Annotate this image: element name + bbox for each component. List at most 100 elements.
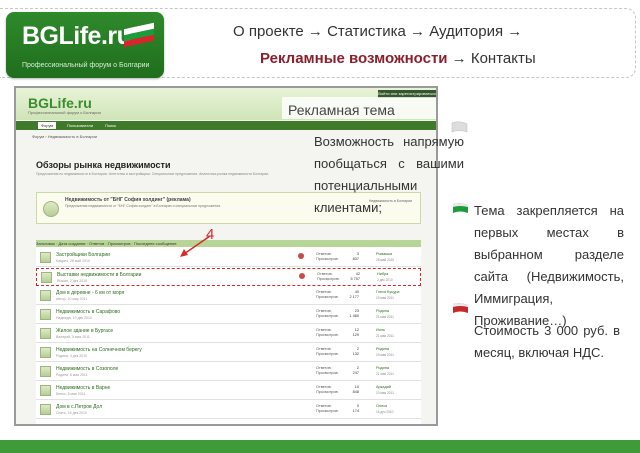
topic-title[interactable]: Недвижимость в Созополе bbox=[56, 366, 118, 372]
last-post-date: 16 дек 2010 bbox=[376, 410, 394, 414]
topic-icon bbox=[40, 309, 51, 320]
table-row[interactable]: Недвижимость на Солнечном берегу Родина, … bbox=[36, 344, 421, 362]
last-post-date: 21 мая 2011 bbox=[376, 334, 394, 338]
views-count: 2 177 bbox=[349, 295, 359, 299]
nav-breadcrumb-line2: Рекламные возможности → Контакты bbox=[260, 50, 536, 67]
bulgarian-flag-icon bbox=[452, 303, 469, 316]
topic-title[interactable]: Застройщики Болгарии bbox=[56, 252, 110, 258]
views-count: 247 bbox=[352, 371, 359, 375]
table-row[interactable]: Жилое здание в Бургасе Валерий, 5 мая 201… bbox=[36, 325, 421, 343]
last-post-author[interactable]: Иоль bbox=[376, 328, 385, 333]
last-post-author[interactable]: Нибра bbox=[377, 272, 388, 277]
topic-title[interactable]: Недвижимость в Варне bbox=[56, 385, 110, 391]
bglife-logo[interactable]: BGLife.ru Профессиональный форум о Болга… bbox=[6, 12, 164, 78]
nav-current-item[interactable]: Рекламные возможности bbox=[260, 50, 448, 67]
last-post-author[interactable]: Аркадий bbox=[376, 385, 391, 390]
replies-label: Ответов: bbox=[316, 309, 332, 313]
last-post-author[interactable]: Родина bbox=[376, 347, 389, 352]
sticky-text: Предложения недвижимости от "БНГ София х… bbox=[65, 204, 222, 208]
stat-labels: Ответов: Просмотров: bbox=[316, 385, 339, 395]
table-row[interactable]: Недвижимость в Созополе Родина, 6 мая 201… bbox=[36, 363, 421, 381]
table-row[interactable]: Недвижимость в Сарафово Надежда, 10 дек 2… bbox=[36, 306, 421, 324]
last-post-author[interactable]: Родина bbox=[376, 366, 389, 371]
callout-number: 4 bbox=[206, 226, 215, 243]
topic-author: Ruslan, 2 дек 2010 bbox=[57, 279, 88, 283]
logo-title: BGLife.ru bbox=[22, 22, 132, 50]
replies-label: Ответов: bbox=[316, 366, 332, 370]
topic-author: Бенко, 8 мая 2011 bbox=[56, 392, 86, 396]
views-count: 129 bbox=[352, 333, 359, 337]
replies-label: Ответов: bbox=[316, 290, 332, 294]
pin-icon bbox=[299, 273, 305, 279]
topic-title[interactable]: Недвижимость на Солнечном берегу bbox=[56, 347, 142, 353]
logo-subtitle: Профессиональный форум о Болгарии bbox=[22, 62, 150, 69]
topic-author: Родина, 6 мая 2011 bbox=[56, 373, 88, 377]
last-post-date: 20 мая 2011 bbox=[376, 391, 394, 395]
topic-author: Автор, 10 мар 2011 bbox=[56, 297, 88, 301]
views-label: Просмотров: bbox=[316, 333, 339, 337]
forum-section-title: Обзоры рынка недвижимости bbox=[36, 160, 171, 170]
replies-count: 40 bbox=[354, 290, 359, 294]
nav-breadcrumb-line1[interactable]: О проекте → Статистика → Аудитория → bbox=[233, 23, 522, 40]
last-post-author[interactable]: Олеся bbox=[376, 404, 387, 409]
topic-author: Kalgar4, 28 май 2010 bbox=[56, 259, 90, 263]
stat-values: 0 174 bbox=[343, 404, 359, 414]
replies-count: 10 bbox=[354, 385, 359, 389]
footer-bar bbox=[0, 440, 640, 453]
table-row[interactable]: Дом в деревне - 6 км от моря Автор, 10 ма… bbox=[36, 287, 421, 305]
replies-count: 2 bbox=[356, 366, 359, 370]
topic-author: Родина, 4 дек 2010 bbox=[56, 354, 88, 358]
last-post-date: 2 дек 2010 bbox=[377, 278, 393, 282]
last-post-author[interactable]: Глеся Куцура bbox=[376, 290, 400, 295]
sticky-title: Недвижимость от "БНГ София холдинг" (рек… bbox=[65, 197, 191, 203]
bullet-text-placement: Тема закрепляется на первых местах в выб… bbox=[474, 203, 624, 328]
topic-author: Олегь, 16 дек 2010 bbox=[56, 411, 87, 415]
forum-breadcrumb: Форум › Недвижимость в Болгарии bbox=[32, 134, 97, 139]
nav-contacts-link[interactable]: → Контакты bbox=[448, 50, 536, 67]
last-post-author[interactable]: Родина bbox=[376, 309, 389, 314]
topic-title[interactable]: Дом в с.Петров Дол bbox=[56, 404, 102, 410]
highlighted-topic-row[interactable]: Выставки недвижимости в Болгарии Ruslan, … bbox=[36, 268, 421, 286]
table-row[interactable]: Дом в с.Петров Дол Олегь, 16 дек 2010 Отве… bbox=[36, 401, 421, 419]
tab-forum: Форум bbox=[38, 122, 57, 129]
replies-count: 12 bbox=[354, 328, 359, 332]
topic-title[interactable]: Дом в деревне - 6 км от моря bbox=[56, 290, 124, 296]
stat-labels: Ответов: Просмотров: bbox=[316, 366, 339, 376]
stat-labels: Ответов: Просмотров: bbox=[316, 328, 339, 338]
views-label: Просмотров: bbox=[316, 352, 339, 356]
table-row[interactable]: Застройщики Болгарии Kalgar4, 28 май 2010… bbox=[36, 249, 421, 267]
stat-labels: Ответов: Просмотров: bbox=[316, 252, 339, 262]
topic-title[interactable]: Жилое здание в Бургасе bbox=[56, 328, 113, 334]
views-label: Просмотров: bbox=[316, 257, 339, 261]
stat-values: 2 132 bbox=[343, 347, 359, 357]
topic-icon bbox=[41, 272, 52, 283]
last-post-date: 21 мая 2011 bbox=[376, 315, 394, 319]
forum-tagline: Профессиональный форум о Болгарии bbox=[28, 110, 101, 115]
bulgarian-flag-icon bbox=[452, 203, 469, 216]
views-label: Просмотров: bbox=[316, 409, 339, 413]
last-post-date: 19 мая 2011 bbox=[376, 353, 394, 357]
topic-icon bbox=[40, 366, 51, 377]
views-label: Просмотров: bbox=[316, 371, 339, 375]
replies-count: 42 bbox=[355, 272, 360, 276]
tab-search: Поиск bbox=[105, 123, 117, 128]
topic-icon bbox=[40, 404, 51, 415]
topics-table: Заголовок · Дата создания · Ответов · Пр… bbox=[36, 240, 421, 424]
topic-icon bbox=[40, 347, 51, 358]
topic-icon bbox=[40, 252, 51, 263]
views-label: Просмотров: bbox=[316, 314, 339, 318]
last-post-date: 19 мая 2011 bbox=[376, 296, 394, 300]
topic-title[interactable]: Выставки недвижимости в Болгарии bbox=[57, 272, 141, 278]
forum-logo: BGLife.ru bbox=[28, 95, 92, 111]
last-post-date: 28 май 2010 bbox=[376, 258, 395, 262]
topic-title[interactable]: Недвижимость в Сарафово bbox=[56, 309, 120, 315]
stat-values: 12 129 bbox=[343, 328, 359, 338]
replies-label: Ответов: bbox=[317, 272, 333, 276]
replies-count: 23 bbox=[354, 309, 359, 313]
table-header: Заголовок · Дата создания · Ответов · Пр… bbox=[36, 240, 421, 247]
stat-labels: Ответов: Просмотров: bbox=[317, 272, 340, 282]
last-post-author[interactable]: Ромашка bbox=[376, 252, 392, 257]
table-row[interactable]: Недвижимость в Варне Бенко, 8 мая 2011 Отв… bbox=[36, 382, 421, 400]
views-count: 174 bbox=[352, 409, 359, 413]
lead-text: Возможность напрямую пообщаться с вашими… bbox=[314, 134, 464, 215]
